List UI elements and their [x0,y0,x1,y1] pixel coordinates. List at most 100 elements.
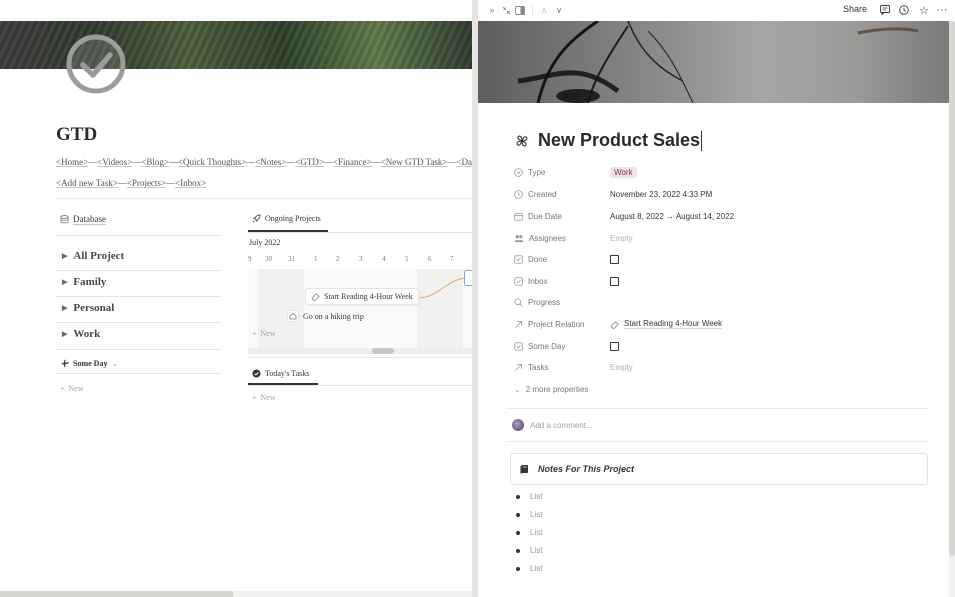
clock-icon[interactable] [898,4,910,16]
property-tasks[interactable]: Tasks Empty [514,359,934,375]
database-label: Database [73,214,106,225]
tab-todays-tasks[interactable]: Today's Tasks [252,369,309,378]
timeline-card[interactable]: Go on a hiking trip [282,307,369,325]
pinwheel-icon[interactable] [514,133,530,149]
inbox-checkbox[interactable] [610,276,619,286]
more-properties-toggle[interactable]: ⌄ 2 more properties [514,381,934,397]
property-some-day[interactable]: Some Day [514,338,934,354]
property-progress[interactable]: Progress [514,294,934,310]
timeline-scroll-thumb[interactable] [372,348,394,354]
book-icon [610,320,619,329]
list-item[interactable]: List [516,510,542,519]
triangle-right-icon[interactable]: ▶ [62,278,67,286]
some-day-checkbox[interactable] [610,341,619,351]
check-circle-icon[interactable] [66,34,126,94]
page-link[interactable]: <Notes> [255,157,286,167]
divider [248,357,472,358]
triangle-right-icon[interactable]: ▶ [62,330,67,338]
divider [56,322,221,323]
chevron-up-icon[interactable]: ∧ [538,4,550,16]
new-task-button[interactable]: + New [252,393,276,402]
property-type[interactable]: Type Work [514,164,934,180]
tab-label: Today's Tasks [265,369,310,378]
timeline-card[interactable]: Start Reading 4-Hour Week [305,288,419,305]
comment-icon[interactable] [879,4,891,16]
property-value[interactable]: August 8, 2022 → August 14, 2022 [610,212,734,221]
toggle-label: Work [73,328,101,340]
property-value[interactable]: Empty [610,234,633,243]
page-cover-image[interactable] [478,21,949,103]
page-link[interactable]: <Databa [456,157,472,167]
page-link[interactable]: <Videos> [97,157,132,167]
star-icon[interactable]: ☆ [918,4,930,17]
collapse-arrows-icon[interactable] [500,4,512,16]
bullet [516,548,520,553]
relation-arrow-icon [515,320,523,328]
property-label: Created [528,189,557,199]
chevron-down-icon[interactable]: ∨ [553,4,565,16]
property-due-date[interactable]: Due Date August 8, 2022 → August 14, 202… [514,208,934,224]
vertical-scroll-thumb[interactable] [949,21,955,556]
property-done[interactable]: Done [514,251,934,267]
comment-input[interactable]: Add a comment... [512,419,593,431]
double-chevron-right-icon[interactable]: » [486,4,498,16]
page-link[interactable]: <Add new Task> [56,178,118,188]
property-assignees[interactable]: Assignees Empty [514,230,934,246]
property-label: Due Date [528,211,562,221]
list-item[interactable]: List [516,564,542,573]
page-link[interactable]: <GTD> [295,157,324,167]
page-title[interactable]: GTD [56,124,97,146]
list-item[interactable]: List [516,492,542,501]
property-name: Inbox [514,277,610,286]
link-separator: — [132,157,142,167]
divider [56,235,221,236]
toggle-family[interactable]: ▶ Family [62,276,106,288]
property-value[interactable]: Start Reading 4-Hour Week [610,319,723,329]
bullet [516,494,520,499]
property-value[interactable]: Work [610,166,637,178]
new-timeline-item-button[interactable]: + New [252,329,276,338]
triangle-right-icon[interactable]: ▶ [62,304,67,312]
property-inbox[interactable]: Inbox [514,273,934,289]
side-panel-icon[interactable] [514,4,526,16]
database-link[interactable]: Database [60,214,106,225]
list-item[interactable]: List [516,528,542,537]
triangle-right-icon[interactable]: ▶ [62,252,67,260]
timeline-day: 3 [359,255,363,263]
done-checkbox[interactable] [610,254,619,264]
page-link[interactable]: <Projects> [127,178,166,188]
list-item[interactable]: List [516,546,542,555]
new-label: New [260,329,276,338]
more-icon[interactable]: ··· [936,4,948,16]
divider [56,198,472,199]
property-created[interactable]: Created November 23, 2022 4:33 PM [514,186,934,202]
timeline-scrollbar[interactable] [248,348,472,354]
gtd-page: GTD <Home>—<Videos>—<Blog>—<Quick Though… [0,0,472,597]
page-link[interactable]: <Quick Thoughts> [178,157,246,167]
timeline-card-edge[interactable] [464,270,472,286]
share-button[interactable]: Share [843,4,867,14]
peek-page-title-text[interactable]: New Product Sales [538,130,700,150]
property-value[interactable]: Empty [610,363,633,372]
page-link[interactable]: <Blog> [141,157,169,167]
property-project-relation[interactable]: Project Relation Start Reading 4-Hour We… [514,316,934,332]
page-link[interactable]: <Finance> [333,157,372,167]
horizontal-scroll-thumb[interactable] [0,591,233,597]
page-link[interactable]: <New GTD Task> [381,157,448,167]
relation-link[interactable]: Start Reading 4-Hour Week [624,319,723,329]
peek-page-title[interactable]: New Product Sales [538,130,703,152]
divider [56,270,221,271]
page-link[interactable]: <Inbox> [175,178,206,188]
chevron-down-icon: ⌄ [514,384,521,394]
toggle-personal[interactable]: ▶ Personal [62,302,114,314]
toggle-all-project[interactable]: ▶ All Project [62,250,124,262]
property-value [610,254,619,264]
calendar-icon [514,212,523,221]
someday-view-selector[interactable]: Some Day ⌄ [60,359,118,368]
page-link[interactable]: <Home> [56,157,88,167]
new-someday-button[interactable]: + New [60,384,84,393]
type-tag[interactable]: Work [610,166,637,178]
notes-callout[interactable]: Notes For This Project [510,453,928,485]
toggle-work[interactable]: ▶ Work [62,328,100,340]
tab-ongoing-projects[interactable]: Ongoing Projects [252,214,321,223]
